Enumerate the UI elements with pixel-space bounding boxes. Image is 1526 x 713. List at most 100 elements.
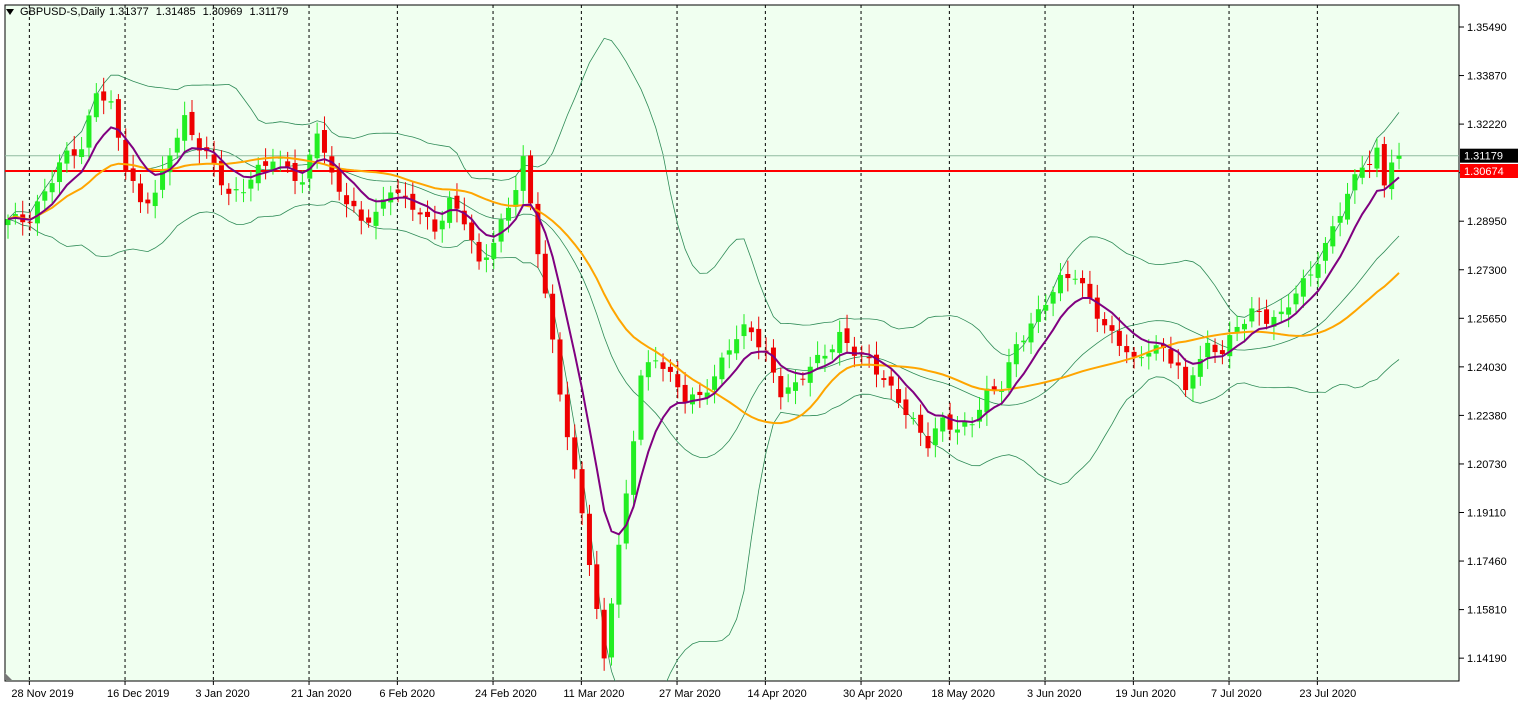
x-axis-tick-label: 19 Jun 2020 bbox=[1115, 688, 1176, 700]
candle-body bbox=[1183, 366, 1189, 391]
candle-body bbox=[248, 179, 254, 189]
candle-body bbox=[1241, 323, 1247, 330]
candle-body bbox=[1286, 307, 1292, 315]
x-axis-tick-label: 3 Jan 2020 bbox=[195, 688, 249, 700]
candle-body bbox=[1367, 164, 1373, 166]
y-axis-tick-label: 1.32220 bbox=[1467, 119, 1507, 131]
candle-body bbox=[815, 354, 821, 364]
candle-body bbox=[689, 394, 695, 405]
y-axis-tick-label: 1.28950 bbox=[1467, 216, 1507, 228]
candle-body bbox=[491, 242, 497, 259]
candle-body bbox=[1352, 174, 1358, 191]
candle-body bbox=[439, 220, 445, 230]
candle-body bbox=[1124, 346, 1130, 353]
candle-body bbox=[1050, 292, 1056, 304]
candle-body bbox=[145, 199, 151, 204]
candle-body bbox=[785, 387, 791, 394]
y-axis-tick-label: 1.15810 bbox=[1467, 605, 1507, 617]
candle-body bbox=[425, 211, 431, 218]
candle-body bbox=[741, 324, 747, 337]
candle-body bbox=[1381, 144, 1387, 186]
candle-body bbox=[1374, 147, 1380, 169]
x-axis-tick-label: 6 Feb 2020 bbox=[379, 688, 435, 700]
candle-body bbox=[954, 429, 960, 433]
candle-body bbox=[79, 149, 85, 158]
candle-body bbox=[130, 168, 136, 181]
candle-body bbox=[233, 189, 239, 191]
x-axis-tick-label: 7 Jul 2020 bbox=[1211, 688, 1262, 700]
candle-body bbox=[748, 327, 754, 333]
candle-body bbox=[388, 192, 394, 203]
x-axis-tick-label: 24 Feb 2020 bbox=[475, 688, 537, 700]
candle-body bbox=[645, 362, 651, 378]
candle-body bbox=[1293, 293, 1299, 305]
candle-body bbox=[1138, 357, 1144, 359]
candle-body bbox=[1219, 350, 1225, 355]
y-axis-tick-label: 1.24030 bbox=[1467, 362, 1507, 374]
candle-body bbox=[638, 375, 644, 440]
candle-body bbox=[719, 357, 725, 380]
candle-body bbox=[49, 183, 55, 193]
candle-body bbox=[454, 195, 460, 209]
candle-body bbox=[1006, 362, 1012, 389]
x-axis-tick-label: 18 May 2020 bbox=[931, 688, 995, 700]
candle-body bbox=[152, 192, 158, 207]
x-axis-tick-label: 14 Apr 2020 bbox=[747, 688, 806, 700]
candle-body bbox=[520, 156, 526, 191]
candle-body bbox=[1249, 308, 1255, 322]
y-axis-tick-label: 1.19110 bbox=[1467, 508, 1506, 520]
candle-body bbox=[601, 609, 607, 659]
current-price-tag: 1.31179 bbox=[1464, 151, 1503, 163]
candle-body bbox=[93, 93, 99, 118]
candle-body bbox=[358, 209, 364, 221]
candle-body bbox=[991, 386, 997, 390]
candle-body bbox=[513, 190, 519, 207]
candle-body bbox=[1043, 304, 1049, 311]
candle-body bbox=[1396, 155, 1402, 159]
candle-body bbox=[631, 441, 637, 495]
candle-body bbox=[969, 424, 975, 426]
candle-body bbox=[417, 212, 423, 215]
candle-body bbox=[1175, 362, 1181, 366]
candle-body bbox=[940, 417, 946, 432]
candle-body bbox=[586, 513, 592, 566]
candle-body bbox=[542, 253, 548, 294]
candle-body bbox=[1359, 167, 1365, 178]
candle-body bbox=[1168, 349, 1174, 364]
candle-body bbox=[505, 207, 511, 221]
candle-body bbox=[712, 376, 718, 390]
candle-body bbox=[910, 418, 916, 420]
candle-body bbox=[42, 191, 48, 201]
y-axis-tick-label: 1.35490 bbox=[1467, 22, 1507, 34]
candle-body bbox=[34, 201, 40, 224]
candle-body bbox=[314, 133, 320, 159]
candle-body bbox=[881, 378, 887, 380]
candle-body bbox=[896, 389, 902, 403]
candle-body bbox=[594, 564, 600, 609]
candle-body bbox=[137, 183, 143, 203]
candle-body bbox=[1322, 242, 1328, 261]
collapse-triangle-icon[interactable] bbox=[6, 9, 14, 15]
candle-body bbox=[5, 219, 11, 226]
candle-body bbox=[822, 355, 828, 359]
y-axis-tick-label: 1.17460 bbox=[1467, 556, 1507, 568]
candle-body bbox=[373, 211, 379, 226]
candle-body bbox=[182, 115, 188, 141]
chart-canvas: 1.354901.338701.322201.305801.289501.273… bbox=[0, 0, 1526, 708]
candle-body bbox=[86, 115, 92, 148]
candle-body bbox=[726, 350, 732, 355]
candle-body bbox=[101, 91, 107, 101]
candle-body bbox=[1315, 264, 1321, 278]
candle-body bbox=[1021, 340, 1027, 343]
y-axis-tick-label: 1.25650 bbox=[1467, 313, 1507, 325]
candle-body bbox=[1057, 275, 1063, 294]
candle-body bbox=[903, 399, 909, 416]
candle-body bbox=[123, 139, 129, 171]
candle-body bbox=[226, 188, 232, 194]
candle-body bbox=[432, 219, 438, 232]
y-axis-tick-label: 1.14190 bbox=[1467, 653, 1507, 665]
candle-body bbox=[667, 366, 673, 372]
candle-body bbox=[564, 394, 570, 438]
candle-body bbox=[1035, 309, 1041, 322]
candle-body bbox=[550, 293, 556, 340]
